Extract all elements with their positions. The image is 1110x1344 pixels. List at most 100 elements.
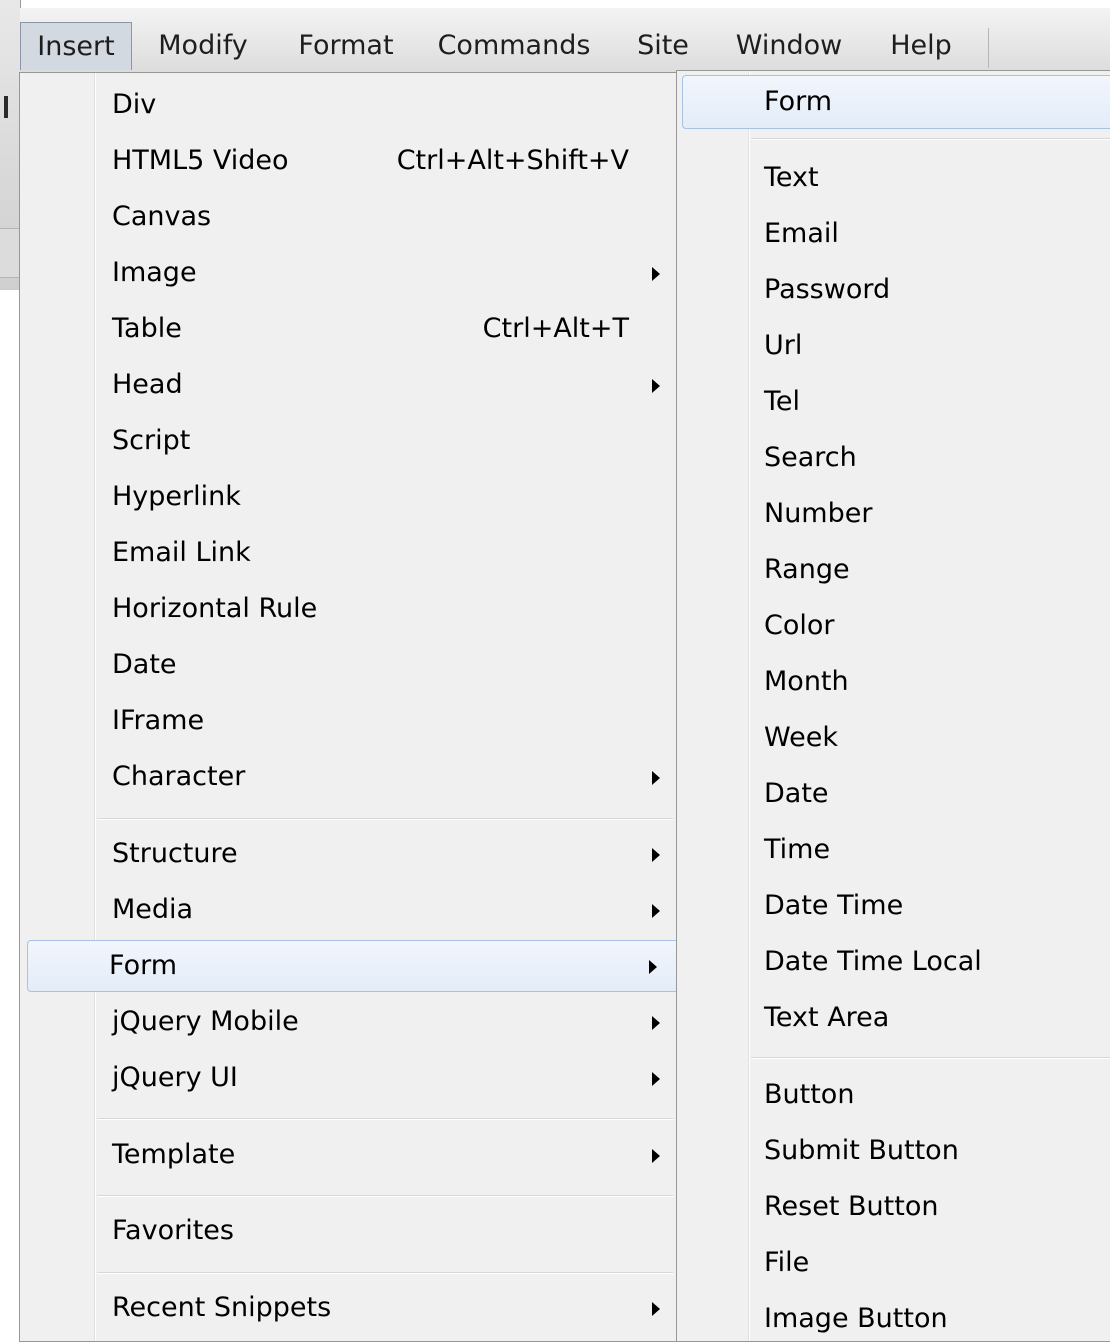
menu-separator [751,138,1110,140]
menu-item-favorites[interactable]: Favorites [24,1206,672,1256]
menu-item-image[interactable]: Image [24,248,672,298]
submenu-item-week[interactable]: Week [677,713,1110,763]
submenu-item-number[interactable]: Number [677,489,1110,539]
submenu-item-form[interactable]: Form [682,75,1110,129]
submenu-arrow-icon [652,1072,660,1086]
menu-item-label: Tel [764,386,801,417]
menu-item-horizontal-rule[interactable]: Horizontal Rule [24,584,672,634]
menu-modify[interactable]: Modify [140,22,266,70]
menu-item-label: Template [112,1139,236,1170]
menu-item-canvas[interactable]: Canvas [24,192,672,242]
menu-item-html5-video[interactable]: HTML5 Video Ctrl+Alt+Shift+V [24,136,672,186]
menu-item-label: Table [112,313,182,344]
menu-item-label: Media [112,894,194,925]
menu-separator [97,818,673,820]
menu-help[interactable]: Help [876,22,966,70]
insert-menu: Div HTML5 Video Ctrl+Alt+Shift+V Canvas … [19,72,679,1342]
submenu-arrow-icon [652,379,660,393]
menu-commands[interactable]: Commands [428,22,600,70]
menu-item-label: Recent Snippets [112,1292,332,1323]
menu-item-label: Div [112,89,157,120]
submenu-arrow-icon [652,267,660,281]
menu-item-label: Script [112,425,191,456]
menu-item-character[interactable]: Character [24,752,672,802]
menu-item-label: File [764,1247,810,1278]
menu-item-label: Image [112,257,197,288]
menu-item-label: Week [764,722,838,753]
menu-item-label: Reset Button [764,1191,939,1222]
menu-item-label: IFrame [112,705,205,736]
menu-item-label: Form [109,950,178,981]
menu-item-script[interactable]: Script [24,416,672,466]
menu-item-div[interactable]: Div [24,80,672,130]
menu-item-head[interactable]: Head [24,360,672,410]
menu-item-label: Date [112,649,177,680]
submenu-item-date-time[interactable]: Date Time [677,881,1110,931]
submenu-item-month[interactable]: Month [677,657,1110,707]
menu-item-hyperlink[interactable]: Hyperlink [24,472,672,522]
menu-item-email-link[interactable]: Email Link [24,528,672,578]
submenu-item-email[interactable]: Email [677,209,1110,259]
submenu-item-date[interactable]: Date [677,769,1110,819]
submenu-item-password[interactable]: Password [677,265,1110,315]
menu-format[interactable]: Format [284,22,408,70]
menu-insert[interactable]: Insert [20,22,132,70]
submenu-item-time[interactable]: Time [677,825,1110,875]
menu-item-recent-snippets[interactable]: Recent Snippets [24,1283,672,1333]
menu-item-template[interactable]: Template [24,1130,672,1180]
menu-window[interactable]: Window [720,22,858,70]
menu-item-label: Favorites [112,1215,234,1246]
submenu-item-tel[interactable]: Tel [677,377,1110,427]
menu-item-label: Password [764,274,891,305]
menu-item-jquery-ui[interactable]: jQuery UI [24,1053,672,1103]
menu-item-label: Image Button [764,1303,948,1334]
submenu-item-url[interactable]: Url [677,321,1110,371]
menu-item-shortcut: Ctrl+Alt+Shift+V [396,145,629,176]
menu-item-structure[interactable]: Structure [24,829,672,879]
submenu-item-search[interactable]: Search [677,433,1110,483]
menu-item-label: jQuery UI [112,1062,238,1093]
menu-separator [97,1195,673,1197]
menubar-divider [988,28,989,68]
submenu-item-submit-button[interactable]: Submit Button [677,1126,1110,1176]
menu-item-label: Range [764,554,850,585]
submenu-item-text[interactable]: Text [677,153,1110,203]
menu-item-media[interactable]: Media [24,885,672,935]
menu-item-label: Horizontal Rule [112,593,318,624]
submenu-item-button[interactable]: Button [677,1070,1110,1120]
menu-item-label: Structure [112,838,238,869]
menu-item-table[interactable]: Table Ctrl+Alt+T [24,304,672,354]
menu-item-label: Head [112,369,183,400]
menu-item-jquery-mobile[interactable]: jQuery Mobile [24,997,672,1047]
submenu-arrow-icon [652,904,660,918]
submenu-item-image-button[interactable]: Image Button [677,1294,1110,1344]
menu-item-label: Color [764,610,835,641]
menu-item-label: Number [764,498,873,529]
menu-separator [97,1272,673,1274]
submenu-item-date-time-local[interactable]: Date Time Local [677,937,1110,987]
submenu-item-text-area[interactable]: Text Area [677,993,1110,1043]
menu-item-label: Email Link [112,537,251,568]
submenu-item-file[interactable]: File [677,1238,1110,1288]
form-submenu: Form Text Email Password Url Tel Search … [676,70,1110,1342]
menu-site[interactable]: Site [624,22,702,70]
menu-item-label: Form [764,86,833,117]
menu-item-shortcut: Ctrl+Alt+T [482,313,629,344]
submenu-arrow-icon [652,848,660,862]
menu-item-iframe[interactable]: IFrame [24,696,672,746]
submenu-arrow-icon [652,771,660,785]
submenu-item-range[interactable]: Range [677,545,1110,595]
menu-item-label: Text Area [764,1002,890,1033]
menu-item-label: Url [764,330,803,361]
background-window-edge [0,0,21,290]
window-edge-toolbar [0,228,20,278]
menu-separator [751,1057,1110,1059]
submenu-item-reset-button[interactable]: Reset Button [677,1182,1110,1232]
menu-item-label: HTML5 Video [112,145,289,176]
menu-item-label: Text [764,162,819,193]
menu-item-label: Date [764,778,829,809]
menu-item-date[interactable]: Date [24,640,672,690]
menu-item-form[interactable]: Form [27,940,679,992]
menu-item-label: Search [764,442,857,473]
submenu-item-color[interactable]: Color [677,601,1110,651]
